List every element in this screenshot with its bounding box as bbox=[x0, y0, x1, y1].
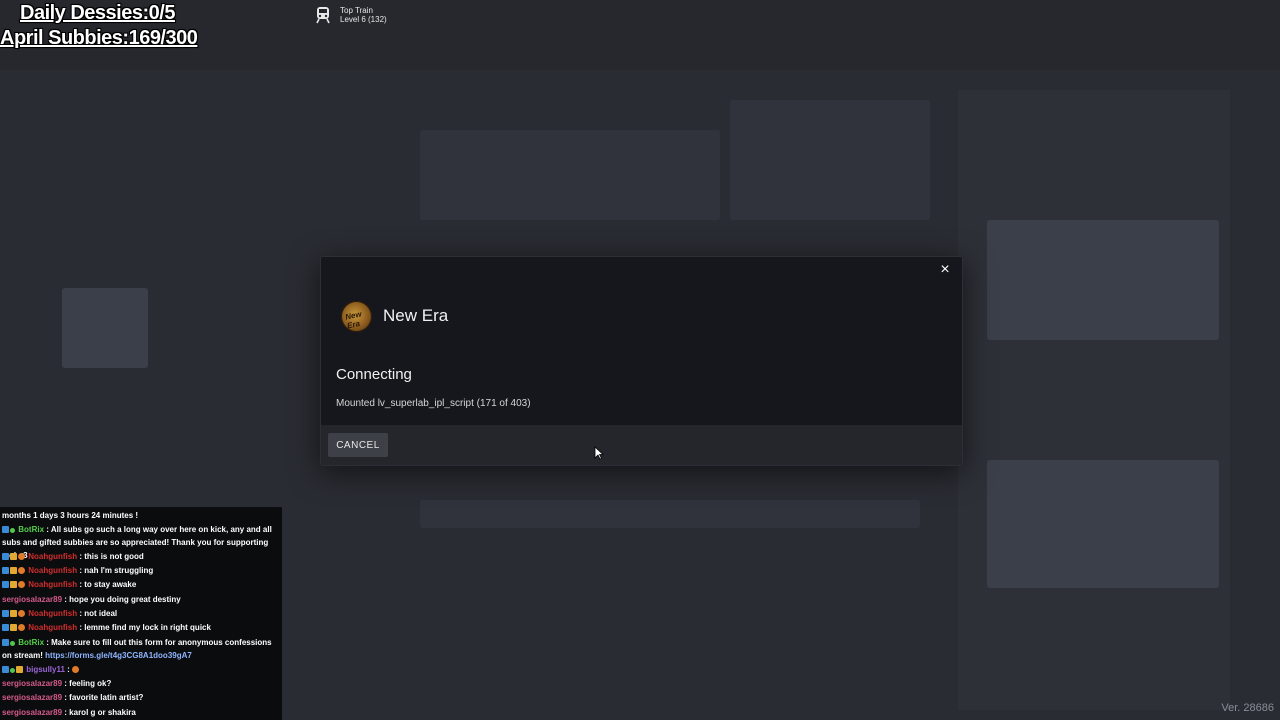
badge-icon bbox=[2, 666, 9, 673]
version-label: Ver. 28686 bbox=[1221, 702, 1274, 714]
chat-username[interactable]: sergiosalazar89 bbox=[2, 595, 62, 604]
chat-text: : to stay awake bbox=[79, 580, 137, 589]
chat-username[interactable]: Noahgunfish bbox=[28, 566, 77, 575]
cancel-button[interactable]: CANCEL bbox=[328, 433, 388, 457]
chat-message: BotRix : Make sure to fill out this form… bbox=[2, 636, 278, 662]
chat-text: : karol g or shakira bbox=[64, 708, 136, 717]
chat-message: sergiosalazar89 : hope you doing great d… bbox=[2, 593, 278, 606]
sub-badge-icon bbox=[10, 553, 17, 560]
chat-link[interactable]: https://forms.gle/t4g3CG8A1doo39gA7 bbox=[45, 651, 192, 660]
chat-username[interactable]: BotRix bbox=[18, 638, 44, 647]
badge-icon bbox=[2, 610, 9, 617]
chat-message: sergiosalazar89 : karol g or shakira bbox=[2, 706, 278, 719]
chat-text: : lemme find my lock in right quick bbox=[79, 623, 211, 632]
chat-username[interactable]: Noahgunfish bbox=[28, 609, 77, 618]
chat-username[interactable]: Noahgunfish bbox=[28, 552, 77, 561]
verified-dot-icon bbox=[10, 668, 15, 673]
chat-text: : feeling ok? bbox=[64, 679, 112, 688]
server-name: New Era bbox=[383, 306, 449, 325]
chat-text: : bbox=[67, 665, 70, 674]
train-icon bbox=[316, 7, 330, 24]
status-detail: Mounted lv_superlab_ipl_script (171 of 4… bbox=[336, 398, 531, 409]
connecting-dialog: × New Era New Era Connecting Mounted lv_… bbox=[320, 256, 963, 466]
mouse-cursor-icon bbox=[594, 446, 604, 460]
sub-badge-icon bbox=[10, 567, 17, 574]
gift-badge-icon bbox=[18, 610, 25, 617]
badge-icon bbox=[2, 624, 9, 631]
sub-badge-icon bbox=[16, 666, 23, 673]
chat-username[interactable]: bigsully11 bbox=[26, 665, 65, 674]
badge-icon bbox=[2, 567, 9, 574]
close-icon[interactable]: × bbox=[936, 261, 954, 279]
sub-badge-icon bbox=[10, 581, 17, 588]
background-sidebar-image bbox=[987, 460, 1219, 588]
chat-username[interactable]: sergiosalazar89 bbox=[2, 679, 62, 688]
gift-badge-icon bbox=[18, 581, 25, 588]
chat-text: : favorite latin artist? bbox=[64, 693, 144, 702]
chat-text: months 1 days 3 hours 24 minutes ! bbox=[2, 511, 139, 520]
badge-icon bbox=[2, 581, 9, 588]
chat-username[interactable]: BotRix bbox=[18, 525, 44, 534]
dialog-footer: CANCEL bbox=[321, 425, 962, 465]
chat-text: : this is not good bbox=[79, 552, 144, 561]
gift-badge-icon bbox=[18, 624, 25, 631]
chat-message: bigsully11 : bbox=[2, 663, 278, 676]
april-subbies-counter: April Subbies:169/300 bbox=[0, 27, 198, 49]
chat-message: Noahgunfish : to stay awake bbox=[2, 578, 278, 591]
chat-text: : hope you doing great destiny bbox=[64, 595, 181, 604]
background-card bbox=[730, 100, 930, 220]
gift-badge-icon bbox=[18, 553, 25, 560]
chat-username[interactable]: Noahgunfish bbox=[28, 623, 77, 632]
chat-username[interactable]: sergiosalazar89 bbox=[2, 693, 62, 702]
background-thumbnail bbox=[62, 288, 148, 368]
background-toolbar bbox=[420, 500, 920, 528]
top-train-widget: Top Train Level 6 (132) bbox=[314, 6, 387, 24]
chat-username[interactable]: sergiosalazar89 bbox=[2, 708, 62, 717]
chat-text: : not ideal bbox=[79, 609, 118, 618]
chat-message: Noahgunfish : this is not good bbox=[2, 550, 278, 563]
badge-icon bbox=[2, 553, 9, 560]
chat-text: : nah I'm struggling bbox=[79, 566, 154, 575]
badge-icon bbox=[2, 526, 9, 533]
chat-message: sergiosalazar89 : feeling ok? bbox=[2, 677, 278, 690]
background-sidebar-image bbox=[987, 220, 1219, 340]
server-logo: New Era bbox=[341, 301, 372, 332]
background-card bbox=[420, 130, 720, 220]
gift-badge-icon bbox=[18, 567, 25, 574]
background-sidebar bbox=[958, 90, 1230, 710]
chat-message: Noahgunfish : not ideal bbox=[2, 607, 278, 620]
daily-dessies-counter: Daily Dessies:0/5 bbox=[20, 2, 175, 24]
chat-message: Noahgunfish : lemme find my lock in righ… bbox=[2, 621, 278, 634]
train-level: Level 6 (132) bbox=[340, 15, 387, 24]
sub-badge-icon bbox=[10, 610, 17, 617]
chat-username[interactable]: Noahgunfish bbox=[28, 580, 77, 589]
status-title: Connecting bbox=[336, 366, 412, 383]
verified-dot-icon bbox=[10, 641, 15, 646]
chat-message: months 1 days 3 hours 24 minutes ! bbox=[2, 509, 278, 522]
chat-overlay: months 1 days 3 hours 24 minutes ! BotRi… bbox=[0, 507, 282, 720]
chat-message: sergiosalazar89 : favorite latin artist? bbox=[2, 691, 278, 704]
sub-badge-icon bbox=[10, 624, 17, 631]
verified-dot-icon bbox=[10, 528, 15, 533]
emote-icon bbox=[72, 666, 80, 673]
chat-message: Noahgunfish : nah I'm struggling bbox=[2, 564, 278, 577]
train-title: Top Train bbox=[340, 6, 373, 15]
badge-icon bbox=[2, 639, 9, 646]
